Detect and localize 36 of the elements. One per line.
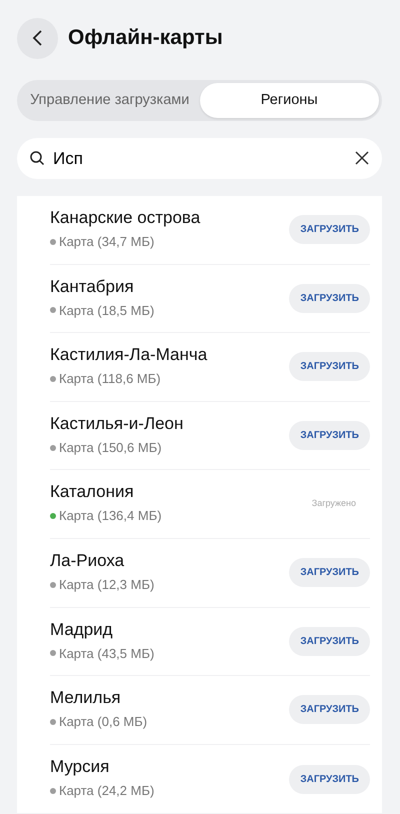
region-name: Мадрид <box>50 620 114 640</box>
download-button[interactable]: ЗАГРУЗИТЬ <box>289 421 370 450</box>
map-size: Карта (18,5 МБ) <box>59 302 154 320</box>
region-name: Канарские острова <box>50 208 202 228</box>
region-name: Кантабрия <box>50 276 135 297</box>
map-size: Карта (43,5 МБ) <box>59 644 154 663</box>
download-button[interactable]: ЗАГРУЗИТЬ <box>289 695 370 724</box>
region-name: Ла-Риоха <box>50 551 126 572</box>
region-name: Каталония <box>50 482 135 502</box>
page-title: Офлайн-карты <box>68 25 223 51</box>
map-size: Карта (24,2 МБ) <box>59 782 154 800</box>
download-button[interactable]: ЗАГРУЗИТЬ <box>289 764 370 794</box>
download-button[interactable]: ЗАГРУЗИТЬ <box>289 215 370 244</box>
back-icon <box>30 29 44 47</box>
tab[interactable]: Регионы <box>200 83 379 118</box>
download-button[interactable]: ЗАГРУЗИТЬ <box>289 352 370 382</box>
search-icon <box>29 150 45 166</box>
download-button[interactable]: ЗАГРУЗИТЬ <box>289 626 370 656</box>
region-name: Кастилья-и-Леон <box>50 414 184 434</box>
map-size: Карта (118,6 МБ) <box>59 370 161 388</box>
region-name: Мелилья <box>50 688 122 708</box>
search-field[interactable]: Исп <box>17 138 382 179</box>
map-size: Карта (150,6 МБ) <box>59 438 162 457</box>
download-button[interactable]: ЗАГРУЗИТЬ <box>289 558 370 588</box>
map-size: Карта (12,3 МБ) <box>59 576 154 594</box>
clear-button[interactable] <box>355 151 369 165</box>
map-size: Карта (0,6 МБ) <box>59 713 148 732</box>
map-size: Карта (34,7 МБ) <box>59 233 154 252</box>
back-button[interactable] <box>17 18 58 58</box>
tab[interactable]: Управление загрузками <box>20 83 200 118</box>
map-size: Карта (136,4 МБ) <box>59 507 162 526</box>
region-name: Мурсия <box>50 757 110 778</box>
region-name: Кастилия-Ла-Манча <box>50 345 208 366</box>
download-button[interactable]: ЗАГРУЗИТЬ <box>289 284 370 313</box>
downloaded-label: Загружено <box>312 497 357 510</box>
close-icon <box>355 151 369 165</box>
